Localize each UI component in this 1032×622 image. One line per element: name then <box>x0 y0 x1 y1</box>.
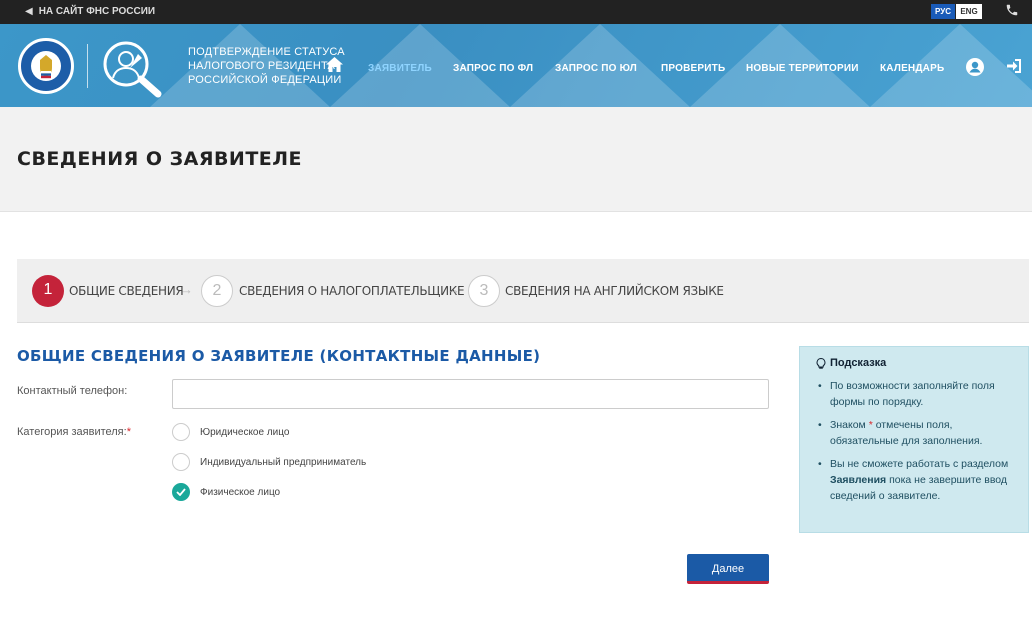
back-link-label: НА САЙТ ФНС РОССИИ <box>38 6 156 17</box>
radio-legal-entity[interactable]: Юридическое лицо <box>172 423 289 441</box>
page-title: СВЕДЕНИЯ О ЗАЯВИТЕЛЕ <box>17 148 303 170</box>
nav-proverit[interactable]: ПРОВЕРИТЬ <box>661 63 725 74</box>
user-account-icon[interactable] <box>966 58 984 79</box>
step-arrow-icon: → <box>447 282 460 297</box>
wizard-steps: 1 ОБЩИЕ СВЕДЕНИЯ → 2 СВЕДЕНИЯ О НАЛОГОПЛ… <box>17 259 1029 323</box>
hint-bulb-icon <box>816 357 826 369</box>
brand-title[interactable]: ПОДТВЕРЖДЕНИЕ СТАТУСА НАЛОГОВОГО РЕЗИДЕН… <box>188 45 345 87</box>
hint-title: Подсказка <box>816 357 1012 369</box>
radio-label[interactable]: Физическое лицо <box>200 487 280 498</box>
radio-circle[interactable] <box>172 453 190 471</box>
hint-item-3-bold: Заявления <box>830 474 887 486</box>
page-title-band: СВЕДЕНИЯ О ЗАЯВИТЕЛЕ <box>0 107 1032 212</box>
nav-kalendar[interactable]: КАЛЕНДАРЬ <box>880 63 944 74</box>
required-mark: * <box>126 426 131 438</box>
brand-line-2: НАЛОГОВОГО РЕЗИДЕНТА <box>188 60 336 72</box>
phone-icon[interactable] <box>1005 3 1019 20</box>
step-2-number[interactable]: 2 <box>201 275 233 307</box>
top-bar: ◀ НА САЙТ ФНС РОССИИ РУС ENG <box>0 0 1032 24</box>
nav-zapros-fl[interactable]: ЗАПРОС ПО ФЛ <box>453 63 533 74</box>
home-icon[interactable] <box>326 57 343 75</box>
step-3-number[interactable]: 3 <box>468 275 500 307</box>
hint-item-3: Вы не сможете работать с разделом Заявле… <box>816 456 1012 504</box>
step-1-label[interactable]: ОБЩИЕ СВЕДЕНИЯ <box>69 284 184 298</box>
header-separator <box>87 44 88 88</box>
hint-item-3-pre: Вы не сможете работать с разделом <box>830 458 1009 470</box>
radio-individual-entrepreneur[interactable]: Индивидуальный предприниматель <box>172 453 366 471</box>
fns-emblem-icon[interactable] <box>18 38 74 94</box>
step-1-number[interactable]: 1 <box>32 275 64 307</box>
phone-input[interactable] <box>172 379 769 409</box>
category-label: Категория заявителя:* <box>17 426 131 438</box>
radio-checked-icon[interactable] <box>172 483 190 501</box>
radio-individual[interactable]: Физическое лицо <box>172 483 280 501</box>
brand-line-3: РОССИЙСКОЙ ФЕДЕРАЦИИ <box>188 74 342 86</box>
hint-item-2: Знаком * отмечены поля, обязательные для… <box>816 417 1012 449</box>
required-star: * <box>868 419 873 431</box>
logout-icon[interactable] <box>1006 58 1022 77</box>
lang-ru-button[interactable]: РУС <box>931 4 955 19</box>
nav-zapros-yul[interactable]: ЗАПРОС ПО ЮЛ <box>555 63 637 74</box>
radio-label[interactable]: Юридическое лицо <box>200 427 289 438</box>
form-section-title: ОБЩИЕ СВЕДЕНИЯ О ЗАЯВИТЕЛЕ (КОНТАКТНЫЕ Д… <box>17 347 541 365</box>
lang-en-button[interactable]: ENG <box>956 4 982 19</box>
hint-item-1: По возможности заполняйте поля формы по … <box>816 378 1012 410</box>
step-3-label[interactable]: СВЕДЕНИЯ НА АНГЛИЙСКОМ ЯЗЫКЕ <box>505 284 724 298</box>
brand-line-1: ПОДТВЕРЖДЕНИЕ СТАТУСА <box>188 46 345 58</box>
step-arrow-icon: → <box>180 282 193 297</box>
radio-label[interactable]: Индивидуальный предприниматель <box>200 457 366 468</box>
hint-title-text: Подсказка <box>830 357 887 369</box>
back-to-fns-link[interactable]: ◀ НА САЙТ ФНС РОССИИ <box>25 6 155 17</box>
category-label-text: Категория заявителя: <box>17 426 127 438</box>
service-logo-icon[interactable] <box>100 38 166 101</box>
next-button[interactable]: Далее <box>687 554 769 584</box>
radio-circle[interactable] <box>172 423 190 441</box>
site-header: ПОДТВЕРЖДЕНИЕ СТАТУСА НАЛОГОВОГО РЕЗИДЕН… <box>0 24 1032 107</box>
hint-item-2-pre: Знаком <box>830 419 866 431</box>
hint-list: По возможности заполняйте поля формы по … <box>816 378 1012 504</box>
phone-label: Контактный телефон: <box>17 385 128 397</box>
nav-novye-territorii[interactable]: НОВЫЕ ТЕРРИТОРИИ <box>746 63 859 74</box>
step-2-label[interactable]: СВЕДЕНИЯ О НАЛОГОПЛАТЕЛЬЩИКЕ <box>239 284 465 298</box>
nav-zayavitel[interactable]: ЗАЯВИТЕЛЬ <box>368 63 432 74</box>
hint-panel: Подсказка По возможности заполняйте поля… <box>799 346 1029 533</box>
arrow-left-icon: ◀ <box>25 6 33 17</box>
